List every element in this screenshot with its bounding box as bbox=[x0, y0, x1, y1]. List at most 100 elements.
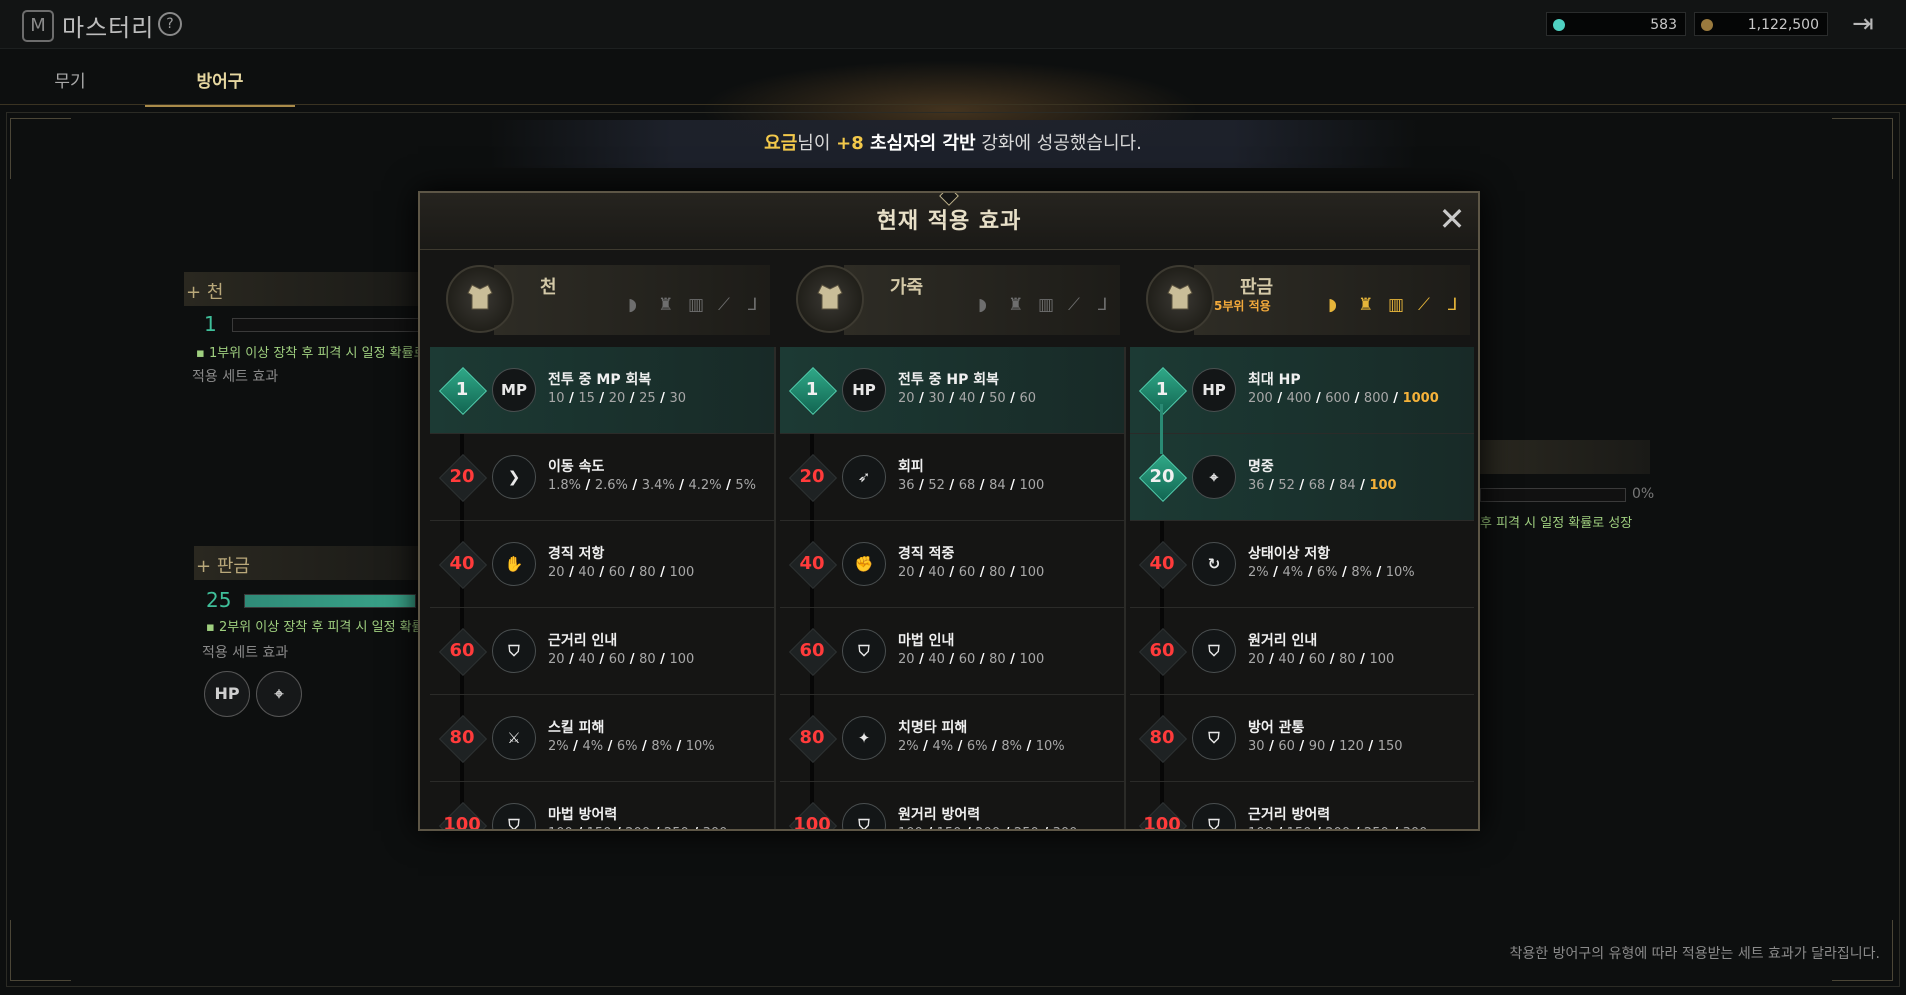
boots-icon: ⅃ bbox=[1098, 295, 1108, 315]
cloth-label: + 천 bbox=[186, 282, 224, 303]
effect-row: 1 MP 전투 중 MP 회복 10 / 15 / 20 / 25 / 30 bbox=[430, 347, 774, 434]
level-diamond: 100 bbox=[1138, 801, 1188, 829]
enhance-notification-banner: 요금님이 +8 초심자의 각반 강화에 성공했습니다. bbox=[488, 120, 1418, 168]
level-diamond: 20 bbox=[1138, 453, 1188, 503]
boots-icon: ⅃ bbox=[748, 295, 758, 315]
effect-row: 40 ✊ 경직 적중 20 / 40 / 60 / 80 / 100 bbox=[780, 521, 1124, 608]
level-diamond: 100 bbox=[788, 801, 838, 829]
effect-values: 36 / 52 / 68 / 84 / 100 bbox=[898, 478, 1045, 493]
effect-name: 명중 bbox=[1248, 459, 1274, 475]
effect-row: 1 HP 전투 중 HP 회복 20 / 30 / 40 / 50 / 60 bbox=[780, 347, 1124, 434]
hp-icon: HP bbox=[1192, 368, 1236, 412]
effect-values: 1.8% / 2.6% / 3.4% / 4.2% / 5% bbox=[548, 478, 756, 493]
effect-name: 원거리 방어력 bbox=[898, 807, 981, 823]
effect-row: 100 ⛉ 근거리 방어력 100 / 150 / 200 / 250 / 300 bbox=[1130, 782, 1474, 829]
gem-icon bbox=[1553, 19, 1565, 31]
help-icon[interactable]: ? bbox=[158, 12, 182, 36]
armor-type-name: 판금 bbox=[1240, 277, 1274, 298]
effect-row: 80 ✦ 치명타 피해 2% / 4% / 6% / 8% / 10% bbox=[780, 695, 1124, 782]
shield-icon: ⛉ bbox=[492, 629, 536, 673]
effect-values: 100 / 150 / 200 / 250 / 300 bbox=[1248, 826, 1427, 829]
effect-row: 1 HP 최대 HP 200 / 400 / 600 / 800 / 1000 bbox=[1130, 347, 1474, 434]
level-number: 80 bbox=[799, 727, 825, 748]
plate-description: ▪ 2부위 이상 장착 후 피격 시 일정 확률로 bbox=[206, 620, 436, 635]
right-progress-bar bbox=[1480, 488, 1626, 502]
level-number: 20 bbox=[799, 466, 825, 487]
effect-values: 20 / 40 / 60 / 80 / 100 bbox=[1248, 652, 1395, 667]
effect-row: 60 ⛉ 원거리 인내 20 / 40 / 60 / 80 / 100 bbox=[1130, 608, 1474, 695]
effect-row: 80 ⛉ 방어 관통 30 / 60 / 90 / 120 / 150 bbox=[1130, 695, 1474, 782]
effect-name: 근거리 방어력 bbox=[1248, 807, 1331, 823]
effect-row: 20 ⌖ 명중 36 / 52 / 68 / 84 / 100 bbox=[1130, 404, 1474, 521]
effect-row: 40 ✋ 경직 저항 20 / 40 / 60 / 80 / 100 bbox=[430, 521, 774, 608]
chest-icon: ♜ bbox=[658, 295, 674, 315]
frame-corner-ornament bbox=[1832, 118, 1893, 179]
level-number: 20 bbox=[1149, 466, 1175, 487]
exit-icon[interactable]: ⇥ bbox=[1852, 10, 1878, 38]
dodge-icon: ➶ bbox=[842, 455, 886, 499]
hp-set-chip[interactable]: HP bbox=[204, 671, 250, 717]
level-number: 80 bbox=[1149, 727, 1175, 748]
crit-icon: ✦ bbox=[842, 716, 886, 760]
helmet-icon: ◗ bbox=[1328, 295, 1337, 315]
armor-emblem-icon bbox=[796, 265, 864, 333]
armor-parts-icons: ◗ ♜ ▥ ⟋ ⅃ bbox=[970, 295, 1120, 319]
status-resist-icon: ↻ bbox=[1192, 542, 1236, 586]
effect-name: 마법 방어력 bbox=[548, 807, 618, 823]
footer-note: 착용한 방어구의 유형에 따라 적용받는 세트 효과가 달라집니다. bbox=[1509, 946, 1880, 962]
gem-count: 583 bbox=[1650, 17, 1677, 33]
armor-type-name: 천 bbox=[540, 277, 557, 298]
level-number: 1 bbox=[455, 379, 469, 400]
effect-row: 40 ↻ 상태이상 저항 2% / 4% / 6% / 8% / 10% bbox=[1130, 521, 1474, 608]
plate-progress-bar bbox=[244, 594, 416, 608]
armor-parts-icons: ◗ ♜ ▥ ⟋ ⅃ bbox=[1320, 295, 1470, 319]
shield-icon: ⛉ bbox=[842, 803, 886, 829]
armor-type-header: 가죽 ◗ ♜ ▥ ⟋ ⅃ bbox=[780, 255, 1126, 343]
effect-name: 원거리 인내 bbox=[1248, 633, 1318, 649]
armor-type-header: 천 ◗ ♜ ▥ ⟋ ⅃ bbox=[430, 255, 776, 343]
level-diamond: 60 bbox=[788, 627, 838, 677]
effect-values: 2% / 4% / 6% / 8% / 10% bbox=[1248, 565, 1415, 580]
level-number: 40 bbox=[799, 553, 825, 574]
effect-name: 치명타 피해 bbox=[898, 720, 968, 736]
tab-weapon[interactable]: 무기 bbox=[20, 60, 120, 104]
effect-name: 전투 중 MP 회복 bbox=[548, 372, 652, 388]
armor-parts-icons: ◗ ♜ ▥ ⟋ ⅃ bbox=[620, 295, 770, 319]
target-set-chip[interactable]: ⌖ bbox=[256, 671, 302, 717]
chest-icon: ♜ bbox=[1358, 295, 1374, 315]
level-diamond: 80 bbox=[788, 714, 838, 764]
mp-icon: MP bbox=[492, 368, 536, 412]
effect-row: 80 ⚔ 스킬 피해 2% / 4% / 6% / 8% / 10% bbox=[430, 695, 774, 782]
shield-icon: ⛉ bbox=[492, 803, 536, 829]
gold-icon bbox=[1701, 19, 1713, 31]
column-divider bbox=[1124, 347, 1126, 829]
effect-values: 20 / 40 / 60 / 80 / 100 bbox=[548, 565, 695, 580]
effect-name: 경직 저항 bbox=[548, 546, 605, 562]
mastery-logo-icon: M bbox=[22, 10, 54, 42]
level-number: 80 bbox=[449, 727, 475, 748]
level-diamond: 1 bbox=[438, 366, 488, 416]
effect-row: 100 ⛉ 원거리 방어력 100 / 150 / 200 / 250 / 300 bbox=[780, 782, 1124, 829]
tab-armor[interactable]: 방어구 bbox=[145, 60, 295, 107]
applied-parts-label: 5부위 적용 bbox=[1214, 299, 1271, 313]
shield-icon: ⛉ bbox=[1192, 803, 1236, 829]
sword-icon: ⚔ bbox=[492, 716, 536, 760]
effect-name: 회피 bbox=[898, 459, 924, 475]
target-icon: ⌖ bbox=[1192, 455, 1236, 499]
chest-icon: ♜ bbox=[1008, 295, 1024, 315]
effect-values: 36 / 52 / 68 / 84 / 100 bbox=[1248, 478, 1397, 493]
effect-values: 2% / 4% / 6% / 8% / 10% bbox=[898, 739, 1065, 754]
level-number: 1 bbox=[805, 379, 819, 400]
effect-values: 20 / 40 / 60 / 80 / 100 bbox=[898, 565, 1045, 580]
effect-row: 100 ⛉ 마법 방어력 100 / 150 / 200 / 250 / 300 bbox=[430, 782, 774, 829]
level-number: 40 bbox=[1149, 553, 1175, 574]
effect-name: 상태이상 저항 bbox=[1248, 546, 1331, 562]
item-name: 초심자의 각반 bbox=[863, 133, 976, 154]
level-diamond: 60 bbox=[438, 627, 488, 677]
cloth-description: ▪ 1부위 이상 장착 후 피격 시 일정 확률로 bbox=[196, 346, 426, 361]
gem-currency: 583 bbox=[1546, 12, 1686, 36]
stagger-icon: ✊ bbox=[842, 542, 886, 586]
tab-divider bbox=[0, 104, 1906, 105]
close-button[interactable]: ✕ bbox=[1438, 203, 1466, 235]
frame-corner-ornament bbox=[10, 118, 71, 179]
